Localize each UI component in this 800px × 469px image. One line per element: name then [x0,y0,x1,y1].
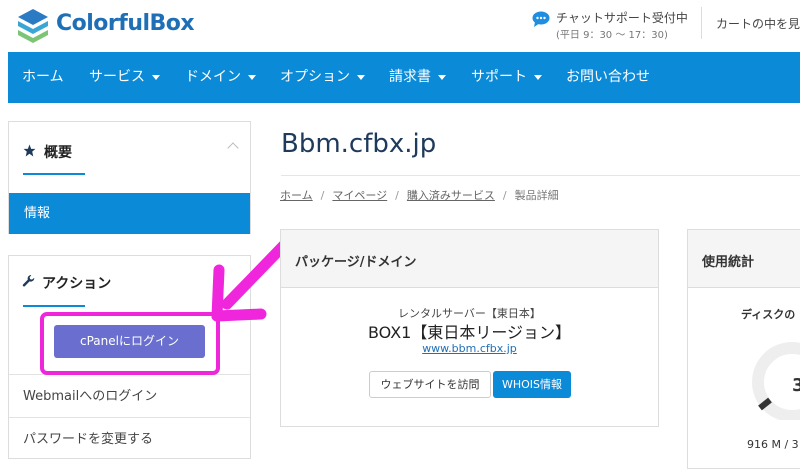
main-navbar: ホーム サービス ドメイン オプション 請求書 サポート お問い合わせ [8,52,800,103]
site-header: ColorfulBox チャットサポート受付中 (平日 9：30 〜 17：30… [0,0,800,52]
breadcrumb-services[interactable]: 購入済みサービス [407,189,495,202]
nav-home[interactable]: ホーム [22,52,64,103]
breadcrumb-separator: / [502,189,507,202]
caret-down-icon [152,74,160,80]
header-divider [701,7,702,39]
nav-options[interactable]: オプション [280,52,365,103]
nav-invoices[interactable]: 請求書 [389,52,446,103]
annotation-highlight-box [40,312,220,375]
overview-panel: 概要 情報 [8,121,251,234]
wrench-icon [22,275,35,287]
webmail-login-link[interactable]: Webmailへのログイン [9,374,250,417]
caret-down-icon [357,74,365,80]
chat-bubble-icon [532,11,550,27]
actions-underline [23,305,85,307]
nav-support[interactable]: サポート [471,52,542,103]
stats-card-title: 使用統計 [702,255,755,270]
whois-button[interactable]: WHOIS情報 [493,371,571,398]
collapse-chevron-icon[interactable] [227,142,239,154]
actions-title: アクション [42,276,112,292]
breadcrumb: ホーム / マイページ / 購入済みサービス / 製品詳細 [280,187,559,203]
nav-services[interactable]: サービス [89,52,160,103]
change-password-link[interactable]: パスワードを変更する [9,417,250,460]
visit-website-button[interactable]: ウェブサイトを訪問 [369,371,491,398]
usage-stats-card: 使用統計 ディスクの 3 916 M / 3 [687,229,800,469]
stats-card-header: 使用統計 [688,230,800,288]
overview-underline [23,173,85,175]
package-card-title: パッケージ/ドメイン [295,255,417,270]
breadcrumb-home[interactable]: ホーム [280,189,313,202]
breadcrumb-separator: / [395,189,399,202]
cart-link[interactable]: カートの中を見 [716,15,800,32]
disk-usage-text: 916 M / 3 [747,438,799,451]
gauge-value: 3 [792,375,800,396]
breadcrumb-mypage[interactable]: マイページ [332,189,387,202]
support-hours: (平日 9：30 〜 17：30) [556,30,668,41]
nav-contact[interactable]: お問い合わせ [566,52,650,103]
package-card-header: パッケージ/ドメイン [281,230,658,288]
support-status: チャットサポート受付中 [556,11,688,25]
breadcrumb-current: 製品詳細 [514,189,559,202]
title-divider [281,175,800,176]
product-name: BOX1【東日本リージョン】 [367,323,572,342]
caret-down-icon [438,74,446,80]
caret-down-icon [534,74,542,80]
disk-usage-label: ディスクの [741,308,796,321]
package-domain-card: パッケージ/ドメイン レンタルサーバー【東日本】 BOX1【東日本リージョン】 … [280,229,659,427]
breadcrumb-separator: / [320,189,325,202]
page-title: Bbm.cfbx.jp [281,129,437,159]
nav-domains[interactable]: ドメイン [185,52,256,103]
domain-link[interactable]: www.bbm.cfbx.jp [281,342,658,355]
logo-icon[interactable] [17,8,49,44]
brand-name[interactable]: ColorfulBox [56,11,195,36]
overview-title: 概要 [44,145,72,161]
star-icon [23,144,36,157]
caret-down-icon [248,74,256,80]
